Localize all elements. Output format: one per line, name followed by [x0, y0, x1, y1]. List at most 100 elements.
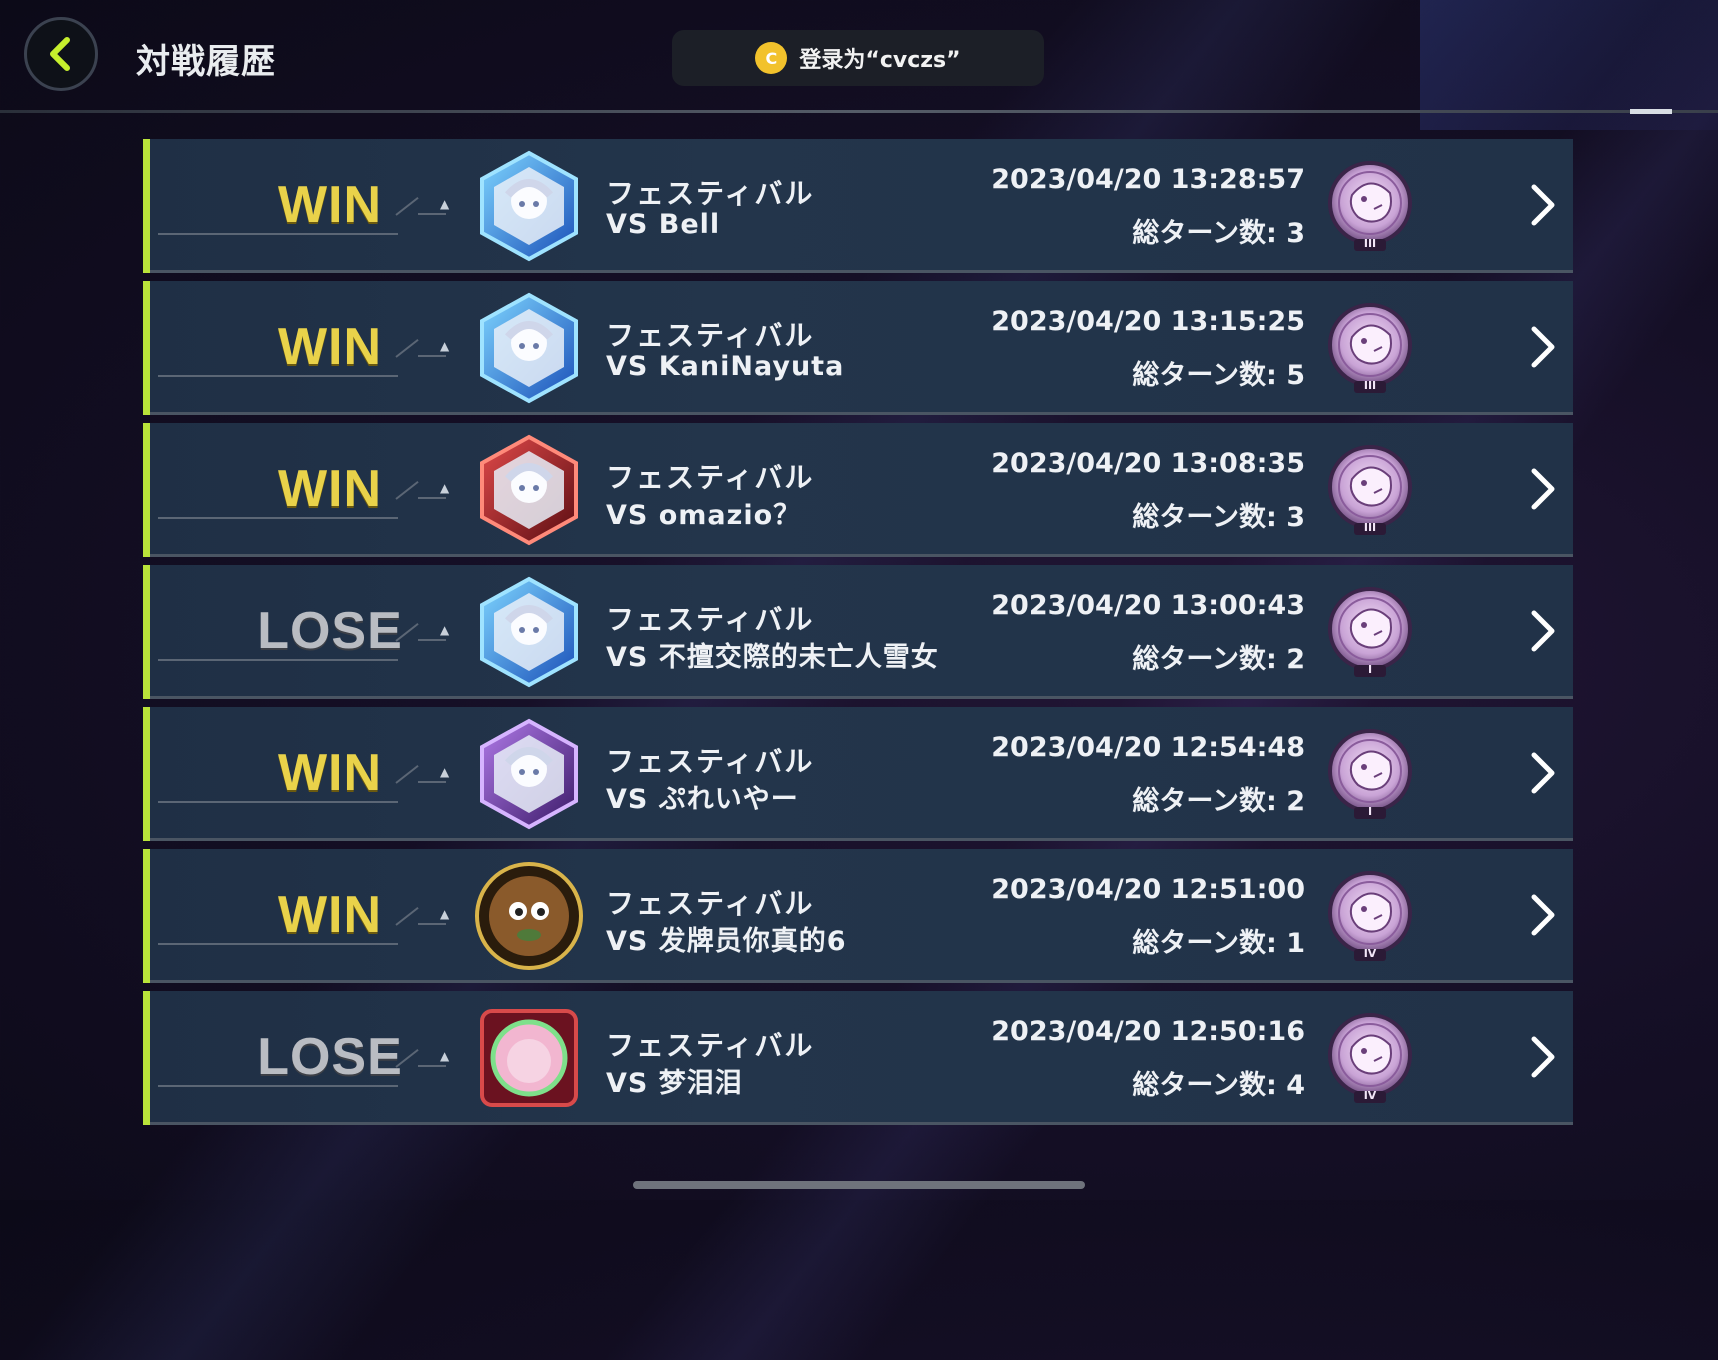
match-row[interactable]: WIN ▲ フェスティバル VS omazio？ 2023/04/20 13:08:35…	[143, 423, 1573, 557]
result-underline	[418, 213, 446, 215]
rank-emblem-icon: IV	[1324, 869, 1416, 965]
total-turns: 総ターン数: 1	[1132, 928, 1305, 959]
red-hex-icon	[472, 433, 586, 547]
rank-emblem-icon: III	[1324, 301, 1416, 397]
total-turns: 総ターン数: 4	[1132, 1070, 1305, 1101]
opponent-name: VS Bell	[606, 209, 721, 240]
result-underline	[158, 517, 398, 519]
opponent-name: VS omazio？	[606, 500, 802, 531]
match-datetime: 2023/04/20 13:15:25	[991, 306, 1305, 337]
scroll-indicator[interactable]	[633, 1181, 1085, 1189]
login-text: 登录为“cvczs”	[799, 48, 961, 73]
rank-emblem-icon: I	[1324, 727, 1416, 823]
match-datetime: 2023/04/20 12:54:48	[991, 732, 1305, 763]
blue-hex-girl-icon	[472, 575, 586, 689]
header-divider	[0, 110, 1718, 113]
result-underline	[418, 497, 446, 499]
user-coin-icon: C	[755, 42, 788, 74]
match-row[interactable]: WIN ▲ フェスティバル VS 发牌员你真的6 2023/04/20 12:51:00…	[143, 849, 1573, 983]
header-divider-accent	[1630, 109, 1672, 114]
page-title: 対戦履歴	[136, 42, 276, 82]
chevron-right-icon[interactable]	[1528, 463, 1558, 515]
match-result-label: LOSE	[257, 1028, 403, 1086]
caret-up-icon: ▲	[440, 481, 450, 495]
match-result-label: WIN	[277, 886, 383, 944]
opponent-name: VS 发牌员你真的6	[606, 926, 847, 957]
kuriboh-medallion-icon	[472, 859, 586, 973]
chevron-right-icon[interactable]	[1528, 321, 1558, 373]
blue-hex-girl-icon	[472, 149, 586, 263]
match-mode: フェスティバル	[606, 887, 815, 920]
match-row[interactable]: WIN ▲ フェスティバル VS ぷれいやー 2023/04/20 12:54:48 総タ…	[143, 707, 1573, 841]
caret-up-icon: ▲	[440, 623, 450, 637]
match-datetime: 2023/04/20 12:50:16	[991, 1016, 1305, 1047]
login-status-badge: C 登录为“cvczs”	[672, 30, 1044, 86]
match-row[interactable]: WIN ▲ フェスティバル VS KaniNayuta 2023/04/20 13:15…	[143, 281, 1573, 415]
chevron-right-icon[interactable]	[1528, 179, 1558, 231]
result-underline	[158, 375, 398, 377]
match-row[interactable]: LOSE ▲ フェスティバル VS 不擅交際的未亡人雪女 2023/04/20 13:0…	[143, 565, 1573, 699]
total-turns: 総ターン数: 3	[1132, 218, 1305, 249]
result-underline	[158, 233, 398, 235]
blue-hex-girl-icon	[472, 291, 586, 405]
chevron-right-icon[interactable]	[1528, 889, 1558, 941]
match-datetime: 2023/04/20 13:08:35	[991, 448, 1305, 479]
match-mode: フェスティバル	[606, 177, 815, 210]
chevron-left-icon	[50, 37, 70, 71]
match-mode: フェスティバル	[606, 745, 815, 778]
back-button[interactable]	[24, 17, 98, 91]
result-underline	[418, 355, 446, 357]
match-result-label: WIN	[277, 460, 383, 518]
opponent-name: VS KaniNayuta	[606, 351, 845, 382]
rank-numeral: III	[1363, 237, 1377, 250]
caret-up-icon: ▲	[440, 1049, 450, 1063]
match-result-label: WIN	[277, 318, 383, 376]
total-turns: 総ターン数: 2	[1132, 644, 1305, 675]
match-mode: フェスティバル	[606, 461, 815, 494]
opponent-name: VS ぷれいやー	[606, 784, 799, 815]
result-underline	[418, 781, 446, 783]
result-underline	[158, 1085, 398, 1087]
rank-numeral: IV	[1363, 1089, 1377, 1102]
total-turns: 総ターン数: 5	[1132, 360, 1305, 391]
result-underline	[418, 1065, 446, 1067]
result-underline	[418, 639, 446, 641]
opponent-name: VS 不擅交際的未亡人雪女	[606, 642, 939, 673]
match-datetime: 2023/04/20 13:28:57	[991, 164, 1305, 195]
header: 対戦履歴 C 登录为“cvczs”	[0, 0, 1718, 114]
chevron-right-icon[interactable]	[1528, 1031, 1558, 1083]
purple-hex-girl-icon	[472, 717, 586, 831]
rank-numeral: IV	[1363, 947, 1377, 960]
match-datetime: 2023/04/20 13:00:43	[991, 590, 1305, 621]
total-turns: 総ターン数: 2	[1132, 786, 1305, 817]
match-datetime: 2023/04/20 12:51:00	[991, 874, 1305, 905]
rank-emblem-icon: IV	[1324, 1011, 1416, 1107]
rank-numeral: I	[1367, 663, 1373, 676]
match-mode: フェスティバル	[606, 319, 815, 352]
match-row[interactable]: WIN ▲ フェスティバル VS Bell 2023/04/20 13:28:57 総ター…	[143, 139, 1573, 273]
rank-emblem-icon: III	[1324, 159, 1416, 255]
result-underline	[158, 801, 398, 803]
rank-numeral: I	[1367, 805, 1373, 818]
chevron-right-icon[interactable]	[1528, 605, 1558, 657]
match-row[interactable]: LOSE ▲ フェスティバル VS 梦泪泪 2023/04/20 12:50:16 総ター…	[143, 991, 1573, 1125]
match-result-label: WIN	[277, 176, 383, 234]
caret-up-icon: ▲	[440, 765, 450, 779]
caret-up-icon: ▲	[440, 197, 450, 211]
result-underline	[158, 943, 398, 945]
caret-up-icon: ▲	[440, 907, 450, 921]
match-result-label: WIN	[277, 744, 383, 802]
chevron-right-icon[interactable]	[1528, 747, 1558, 799]
result-underline	[418, 923, 446, 925]
opponent-name: VS 梦泪泪	[606, 1068, 743, 1099]
result-underline	[158, 659, 398, 661]
match-result-label: LOSE	[257, 602, 403, 660]
caret-up-icon: ▲	[440, 339, 450, 353]
rank-emblem-icon: I	[1324, 585, 1416, 681]
total-turns: 総ターン数: 3	[1132, 502, 1305, 533]
pink-frame-icon	[472, 1001, 586, 1115]
match-mode: フェスティバル	[606, 603, 815, 636]
rank-numeral: III	[1363, 521, 1377, 534]
rank-emblem-icon: III	[1324, 443, 1416, 539]
rank-numeral: III	[1363, 379, 1377, 392]
